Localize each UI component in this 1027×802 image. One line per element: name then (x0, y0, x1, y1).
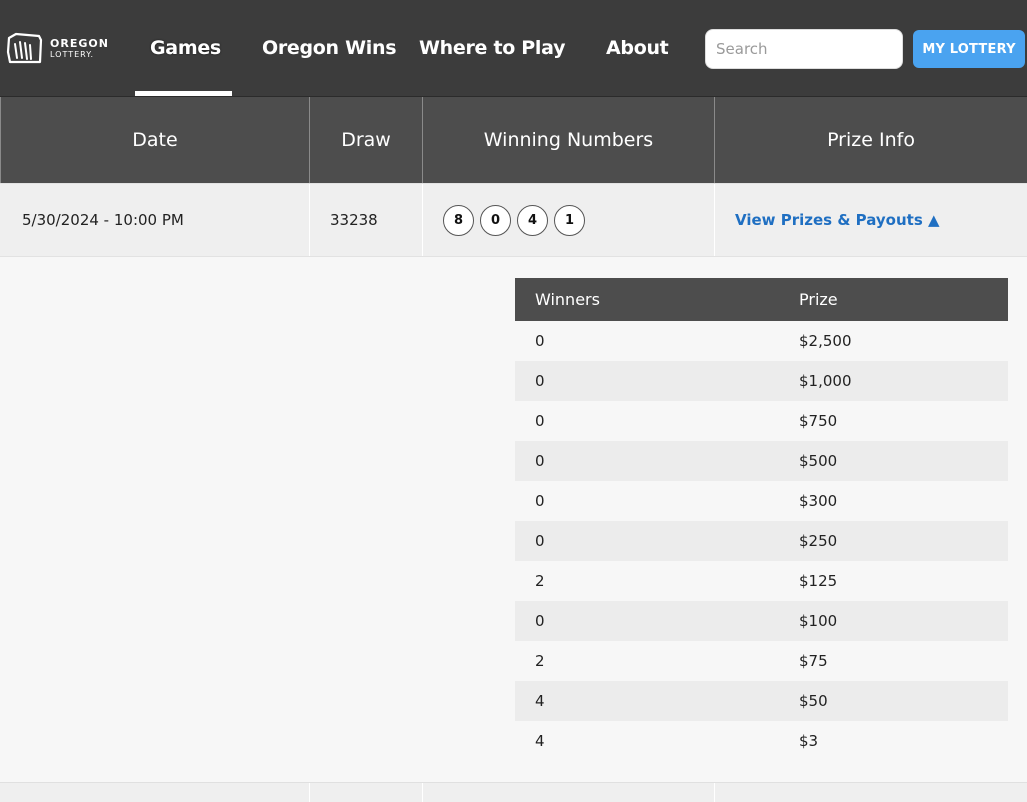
app-root: OREGON LOTTERY. Games Oregon Wins Where … (0, 0, 1027, 802)
prize-amount: $125 (799, 572, 838, 590)
table-row: 2 $75 (515, 641, 1008, 681)
table-row: 0 $1,000 (515, 361, 1008, 401)
my-lottery-button[interactable]: MY LOTTERY (913, 30, 1025, 68)
table-row: 0 $250 (515, 521, 1008, 561)
nav-oregon-wins[interactable]: Oregon Wins (262, 37, 397, 59)
winners-count: 2 (535, 572, 545, 590)
prize-amount: $500 (799, 452, 838, 470)
nav-where-to-play[interactable]: Where to Play (419, 37, 565, 59)
number-ball: 8 (443, 204, 474, 236)
view-prizes-payouts-link[interactable]: View Prizes & Payouts ▲ (735, 211, 940, 229)
winners-count: 0 (535, 372, 545, 390)
draw-date: 5/30/2024 - 10:00 PM (0, 184, 310, 256)
winners-count: 4 (535, 732, 545, 750)
oregon-lottery-logo[interactable]: OREGON LOTTERY. (6, 32, 109, 66)
top-navigation-bar: OREGON LOTTERY. Games Oregon Wins Where … (0, 0, 1027, 97)
prize-amount: $250 (799, 532, 838, 550)
table-row: 5/30/2024 - 10:00 PM 33238 8 0 4 1 View … (0, 183, 1027, 257)
winning-numbers: 8 0 4 1 (423, 184, 715, 256)
winners-count: 2 (535, 652, 545, 670)
search-input[interactable] (705, 29, 903, 69)
table-row: 2 $125 (515, 561, 1008, 601)
prize-details-panel: Winners Prize 0 $2,500 0 $1,000 0 $750 0 $50… (0, 257, 1027, 782)
number-ball: 4 (517, 204, 548, 236)
column-header-prize: Prize (799, 290, 838, 309)
winners-count: 0 (535, 412, 545, 430)
winners-count: 0 (535, 492, 545, 510)
nav-about[interactable]: About (606, 37, 669, 59)
column-header-date: Date (0, 97, 310, 183)
prize-amount: $300 (799, 492, 838, 510)
prize-amount: $50 (799, 692, 828, 710)
logo-line-2: LOTTERY. (50, 50, 95, 59)
logo-line-1: OREGON (50, 37, 109, 50)
prize-amount: $100 (799, 612, 838, 630)
winners-count: 0 (535, 612, 545, 630)
nav-games[interactable]: Games (150, 37, 221, 59)
prize-amount: $75 (799, 652, 828, 670)
prize-table-header: Winners Prize (515, 278, 1008, 321)
column-divider (714, 783, 715, 802)
number-ball: 0 (480, 204, 511, 236)
winners-count: 0 (535, 452, 545, 470)
nav-active-indicator (135, 91, 232, 96)
table-row: 4 $50 (515, 681, 1008, 721)
table-row: 0 $300 (515, 481, 1008, 521)
prize-amount: $2,500 (799, 332, 852, 350)
prize-amount: $3 (799, 732, 819, 750)
column-header-prize-info: Prize Info (827, 129, 915, 151)
column-header-draw: Draw (310, 97, 423, 183)
table-row: 0 $100 (515, 601, 1008, 641)
table-row: 0 $2,500 (515, 321, 1008, 361)
column-divider (309, 783, 310, 802)
prize-info-cell: View Prizes & Payouts ▲ (715, 184, 1027, 256)
column-header-winning-numbers: Winning Numbers (423, 97, 715, 183)
draw-number: 33238 (310, 184, 423, 256)
table-row: 0 $500 (515, 441, 1008, 481)
prize-amount: $1,000 (799, 372, 852, 390)
results-table-header: Date Draw Winning Numbers Prize Info (0, 97, 1027, 183)
oregon-state-icon (6, 32, 43, 64)
prize-payouts-table: Winners Prize 0 $2,500 0 $1,000 0 $750 0 $50… (515, 278, 1008, 761)
logo-wordmark: OREGON LOTTERY. (50, 38, 109, 60)
column-header-winners: Winners (535, 290, 600, 309)
next-table-row (0, 782, 1027, 802)
table-row: 0 $750 (515, 401, 1008, 441)
winners-count: 0 (535, 332, 545, 350)
prize-amount: $750 (799, 412, 838, 430)
table-row: 4 $3 (515, 721, 1008, 761)
number-ball: 1 (554, 204, 585, 236)
column-divider (422, 783, 423, 802)
winners-count: 4 (535, 692, 545, 710)
winners-count: 0 (535, 532, 545, 550)
